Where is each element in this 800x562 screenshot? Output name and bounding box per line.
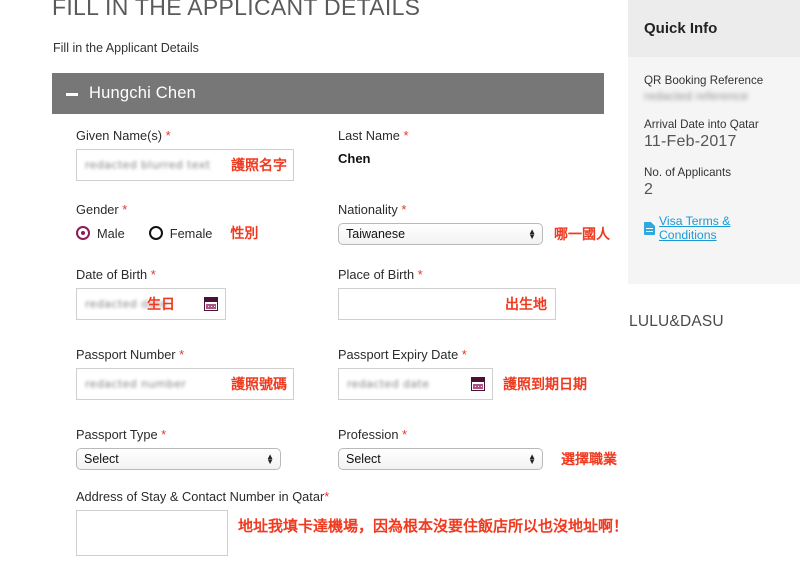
given-name-annotation: 護照名字: [231, 155, 287, 175]
applicants-count-value: 2: [644, 181, 784, 199]
page-subtitle: Fill in the Applicant Details: [53, 41, 199, 55]
profession-group: Profession * Select ▲▼ 選擇職業: [338, 427, 617, 470]
arrival-date-label: Arrival Date into Qatar: [644, 118, 784, 131]
place-of-birth-label: Place of Birth *: [338, 267, 556, 282]
address-qatar-textarea[interactable]: [76, 510, 228, 556]
document-icon: [644, 222, 655, 235]
gender-annotation: 性別: [230, 223, 258, 243]
required-asterisk: *: [403, 128, 408, 143]
quick-info-title: Quick Info: [644, 20, 717, 37]
nationality-value: Taiwanese: [346, 227, 405, 241]
stepper-icon[interactable]: ▲▼: [528, 454, 536, 464]
page-title: FILL IN THE APPLICANT DETAILS: [52, 0, 420, 21]
profession-value: Select: [346, 452, 381, 466]
profession-select[interactable]: Select ▲▼: [338, 448, 543, 470]
given-name-group: Given Name(s) * redacted blurred text 護照…: [76, 128, 294, 181]
date-of-birth-label: Date of Birth *: [76, 267, 226, 282]
visa-terms-label: Visa Terms & Conditions: [659, 214, 784, 242]
place-of-birth-group: Place of Birth * 出生地: [338, 267, 556, 320]
nationality-select[interactable]: Taiwanese ▲▼: [338, 223, 543, 245]
nationality-annotation: 哪一國人: [554, 224, 610, 244]
passport-type-group: Passport Type * Select ▲▼: [76, 427, 281, 470]
gender-radio-female[interactable]: [149, 226, 163, 240]
required-asterisk: *: [402, 427, 407, 442]
required-asterisk: *: [151, 267, 156, 282]
applicants-count-label: No. of Applicants: [644, 166, 784, 179]
gender-label-male: Male: [97, 226, 125, 241]
last-name-group: Last Name * Chen: [338, 128, 409, 166]
passport-number-label: Passport Number *: [76, 347, 294, 362]
place-of-birth-input[interactable]: 出生地: [338, 288, 556, 320]
passport-number-group: Passport Number * redacted number 護照號碼: [76, 347, 294, 400]
required-asterisk: *: [166, 128, 171, 143]
passport-expiry-group: Passport Expiry Date * redacted date 護照到…: [338, 347, 587, 400]
given-name-value: redacted blurred text: [85, 159, 210, 172]
minus-icon[interactable]: [66, 93, 78, 96]
gender-radio-male[interactable]: [76, 226, 90, 240]
applicant-details-page: FILL IN THE APPLICANT DETAILS Fill in th…: [0, 0, 800, 562]
gender-label: Gender *: [76, 202, 258, 217]
given-name-label: Given Name(s) *: [76, 128, 294, 143]
main-form-column: FILL IN THE APPLICANT DETAILS Fill in th…: [0, 0, 620, 562]
passport-expiry-label: Passport Expiry Date *: [338, 347, 587, 362]
passport-expiry-value: redacted date: [347, 378, 429, 391]
passport-number-annotation: 護照號碼: [231, 374, 287, 394]
required-asterisk: *: [179, 347, 184, 362]
applicant-panel-name: Hungchi Chen: [89, 84, 196, 103]
address-qatar-annotation: 地址我填卡達機場，因為根本沒要住飯店所以也沒地址啊！: [238, 517, 628, 535]
profession-label: Profession *: [338, 427, 617, 442]
required-asterisk: *: [161, 427, 166, 442]
arrival-date-value: 11-Feb-2017: [644, 133, 784, 151]
address-qatar-label: Address of Stay & Contact Number in Qata…: [76, 489, 329, 504]
last-name-label: Last Name *: [338, 128, 409, 143]
nationality-label: Nationality *: [338, 202, 610, 217]
applicant-form: Given Name(s) * redacted blurred text 護照…: [0, 128, 620, 559]
profession-annotation: 選擇職業: [561, 449, 617, 469]
calendar-icon[interactable]: [471, 377, 485, 391]
given-name-input[interactable]: redacted blurred text 護照名字: [76, 149, 294, 181]
date-of-birth-group: Date of Birth * redacted date 生日: [76, 267, 226, 320]
passport-number-value: redacted number: [85, 378, 186, 391]
stepper-icon[interactable]: ▲▼: [266, 454, 274, 464]
date-of-birth-annotation: 生日: [147, 294, 175, 314]
brand-watermark: LULU&DASU: [629, 313, 724, 331]
gender-group: Gender * Male Female 性別: [76, 202, 258, 243]
passport-expiry-annotation: 護照到期日期: [503, 374, 587, 394]
place-of-birth-annotation: 出生地: [505, 294, 547, 314]
required-asterisk: *: [122, 202, 127, 217]
applicant-panel-header[interactable]: Hungchi Chen: [52, 73, 604, 114]
gender-label-female: Female: [170, 226, 213, 241]
passport-type-label: Passport Type *: [76, 427, 281, 442]
quick-info-header: Quick Info: [628, 0, 800, 57]
arrival-date-block: Arrival Date into Qatar 11-Feb-2017: [644, 118, 784, 151]
date-of-birth-input[interactable]: redacted date 生日: [76, 288, 226, 320]
required-asterisk: *: [401, 202, 406, 217]
booking-reference-label: QR Booking Reference: [644, 74, 784, 87]
nationality-group: Nationality * Taiwanese ▲▼ 哪一國人: [338, 202, 610, 245]
stepper-icon[interactable]: ▲▼: [528, 229, 536, 239]
last-name-value: Chen: [338, 151, 409, 166]
required-asterisk: *: [324, 489, 329, 504]
visa-terms-link[interactable]: Visa Terms & Conditions: [644, 214, 784, 242]
passport-type-select[interactable]: Select ▲▼: [76, 448, 281, 470]
required-asterisk: *: [418, 267, 423, 282]
calendar-icon[interactable]: [204, 297, 218, 311]
passport-expiry-input[interactable]: redacted date: [338, 368, 493, 400]
passport-type-value: Select: [84, 452, 119, 466]
quick-info-panel: Quick Info QR Booking Reference redacted…: [628, 0, 800, 284]
passport-number-input[interactable]: redacted number 護照號碼: [76, 368, 294, 400]
booking-reference-value: redacted reference: [644, 89, 784, 103]
booking-reference-block: QR Booking Reference redacted reference: [644, 74, 784, 103]
applicants-count-block: No. of Applicants 2: [644, 166, 784, 199]
quick-info-body: QR Booking Reference redacted reference …: [628, 57, 800, 242]
required-asterisk: *: [462, 347, 467, 362]
